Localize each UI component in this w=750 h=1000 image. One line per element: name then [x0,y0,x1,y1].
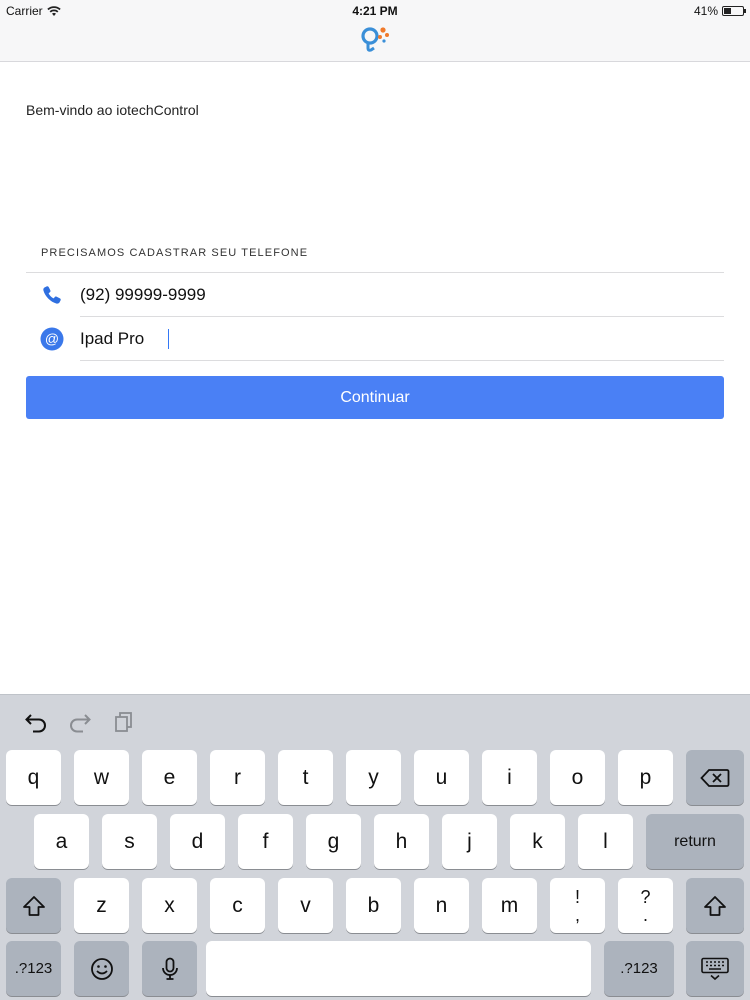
battery-level-fill [724,8,731,14]
exclaim-comma-labels: ! , [575,888,580,924]
undo-icon[interactable] [24,711,48,733]
keyboard: q w e r t y u i o p a s d f g h j k l re… [0,694,750,1000]
key-w[interactable]: w [74,750,129,805]
key-r[interactable]: r [210,750,265,805]
battery-percent: 41% [693,4,718,18]
paste-icon[interactable] [112,711,136,733]
key-z[interactable]: z [74,878,129,933]
phone-field-row [26,273,724,317]
numbers-key-right[interactable]: .?123 [604,941,674,996]
shift-icon [704,895,726,916]
key-x[interactable]: x [142,878,197,933]
delete-icon [700,768,730,787]
key-l[interactable]: l [578,814,633,869]
redo-icon[interactable] [68,711,92,733]
key-u[interactable]: u [414,750,469,805]
return-key[interactable]: return [646,814,744,869]
svg-text:@: @ [45,331,59,347]
key-g[interactable]: g [306,814,361,869]
key-v[interactable]: v [278,878,333,933]
delete-key[interactable] [686,750,744,805]
key-question-period[interactable]: ? . [618,878,673,933]
space-key[interactable] [206,941,591,996]
key-e[interactable]: e [142,750,197,805]
key-t[interactable]: t [278,750,333,805]
key-o[interactable]: o [550,750,605,805]
microphone-icon [161,957,178,980]
battery-icon [722,6,746,16]
key-n[interactable]: n [414,878,469,933]
top-bar: Carrier 4:21 PM 41% [0,0,750,62]
key-b[interactable]: b [346,878,401,933]
key-q[interactable]: q [6,750,61,805]
key-s[interactable]: s [102,814,157,869]
hide-keyboard-icon [701,957,729,980]
shift-icon [22,895,45,916]
key-d[interactable]: d [170,814,225,869]
key-k[interactable]: k [510,814,565,869]
clock: 4:21 PM [352,4,398,18]
key-j[interactable]: j [442,814,497,869]
question-period-labels: ? . [640,888,650,924]
iotech-logo-icon [361,27,389,52]
text-cursor [168,329,169,349]
device-name-input[interactable] [80,325,680,353]
divider-bottom [80,360,724,361]
section-title: PRECISAMOS CADASTRAR SEU TELEFONE [41,247,309,259]
hide-keyboard-key[interactable] [686,941,744,996]
device-field-row: @ [26,317,724,361]
key-p[interactable]: p [618,750,673,805]
comma-label: , [574,904,580,925]
continue-button[interactable]: Continuar [26,376,724,419]
key-m[interactable]: m [482,878,537,933]
at-sign-icon: @ [40,327,64,351]
shift-key-left[interactable] [6,878,61,933]
phone-input[interactable] [80,281,680,309]
emoji-icon [90,957,113,980]
key-y[interactable]: y [346,750,401,805]
dictation-key[interactable] [142,941,197,996]
question-label: ? [640,886,651,907]
exclaim-label: ! [574,886,580,907]
period-label: . [642,904,648,925]
screen: Carrier 4:21 PM 41% Bem-vindo ao iotechC… [0,0,750,1000]
emoji-key[interactable] [74,941,129,996]
key-i[interactable]: i [482,750,537,805]
welcome-text: Bem-vindo ao iotechControl [26,102,199,118]
key-exclaim-comma[interactable]: ! , [550,878,605,933]
key-c[interactable]: c [210,878,265,933]
battery-group: 41% [693,4,746,18]
key-a[interactable]: a [34,814,89,869]
key-f[interactable]: f [238,814,293,869]
key-h[interactable]: h [374,814,429,869]
numbers-key-left[interactable]: .?123 [6,941,61,996]
shift-key-right[interactable] [686,878,744,933]
phone-icon [43,286,61,304]
status-bar: Carrier 4:21 PM 41% [0,0,750,22]
